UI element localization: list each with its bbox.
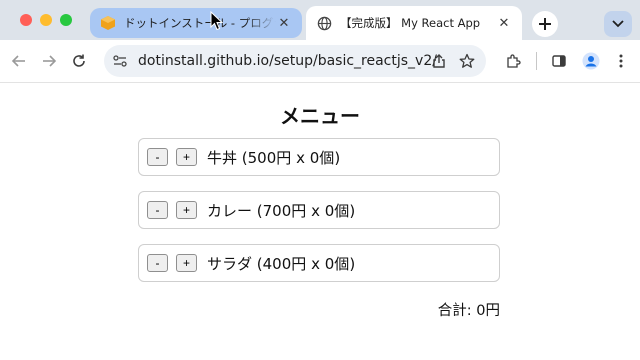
arrow-right-icon: [43, 55, 57, 67]
forward-button[interactable]: [38, 50, 60, 72]
back-button[interactable]: [8, 50, 30, 72]
reload-icon: [73, 54, 85, 67]
window-close-button[interactable]: [20, 14, 32, 26]
page-content: メニュー - + 牛丼 (500円 x 0個) - + カレー (700円 x …: [0, 83, 640, 360]
reload-button[interactable]: [68, 50, 90, 72]
increment-button[interactable]: +: [176, 148, 197, 166]
address-bar[interactable]: dotinstall.github.io/setup/basic_reactjs…: [104, 45, 486, 77]
decrement-button[interactable]: -: [147, 148, 168, 166]
decrement-button[interactable]: -: [147, 201, 168, 219]
menu-item-label: 牛丼 (500円 x 0個): [207, 148, 341, 167]
tab-close-icon[interactable]: ✕: [496, 15, 512, 31]
total-amount: 合計: 0円: [437, 303, 500, 319]
window-zoom-button[interactable]: [60, 14, 72, 26]
more-vertical-icon: [619, 54, 623, 68]
menu-item: - + カレー (700円 x 0個): [138, 191, 500, 229]
dotinstall-favicon-icon: [100, 15, 116, 31]
share-icon[interactable]: [430, 52, 448, 70]
tab-title: ドットインストール - プログラミ: [124, 16, 276, 30]
globe-icon: [316, 15, 332, 31]
side-panel-button[interactable]: [548, 50, 570, 72]
url-text[interactable]: dotinstall.github.io/setup/basic_reactjs…: [138, 53, 437, 69]
browser-menu-button[interactable]: [610, 50, 632, 72]
profile-button[interactable]: [580, 50, 602, 72]
menu-item-label: カレー (700円 x 0個): [207, 201, 356, 220]
page-title: メニュー: [280, 104, 360, 128]
new-tab-button[interactable]: [532, 11, 558, 37]
menu-item: - + サラダ (400円 x 0個): [138, 244, 500, 282]
increment-button[interactable]: +: [176, 254, 197, 272]
avatar-icon: [582, 52, 600, 70]
tab-my-react-app[interactable]: 【完成版】 My React App ✕: [306, 6, 522, 40]
menu-item: - + 牛丼 (500円 x 0個): [138, 138, 500, 176]
site-settings-icon[interactable]: [112, 53, 128, 69]
window-minimize-button[interactable]: [40, 14, 52, 26]
tab-strip: ドットインストール - プログラミ ✕ 【完成版】 My React App ✕: [0, 0, 640, 42]
toolbar-divider: [536, 52, 537, 70]
browser-toolbar: dotinstall.github.io/setup/basic_reactjs…: [0, 40, 640, 83]
mouse-cursor-icon: [210, 11, 224, 31]
side-panel-icon: [552, 55, 566, 67]
menu-item-label: サラダ (400円 x 0個): [207, 254, 356, 273]
increment-button[interactable]: +: [176, 201, 197, 219]
tab-title: 【完成版】 My React App: [340, 16, 481, 30]
tab-search-button[interactable]: [604, 11, 632, 37]
extensions-button[interactable]: [502, 50, 524, 72]
bookmark-star-icon[interactable]: [458, 52, 476, 70]
plus-icon: [539, 18, 551, 30]
puzzle-icon: [507, 54, 521, 68]
chevron-down-icon: [612, 20, 624, 28]
arrow-left-icon: [11, 55, 25, 67]
tab-close-icon[interactable]: ✕: [276, 15, 292, 31]
tab-dotinstall[interactable]: ドットインストール - プログラミ ✕: [90, 8, 302, 38]
decrement-button[interactable]: -: [147, 254, 168, 272]
